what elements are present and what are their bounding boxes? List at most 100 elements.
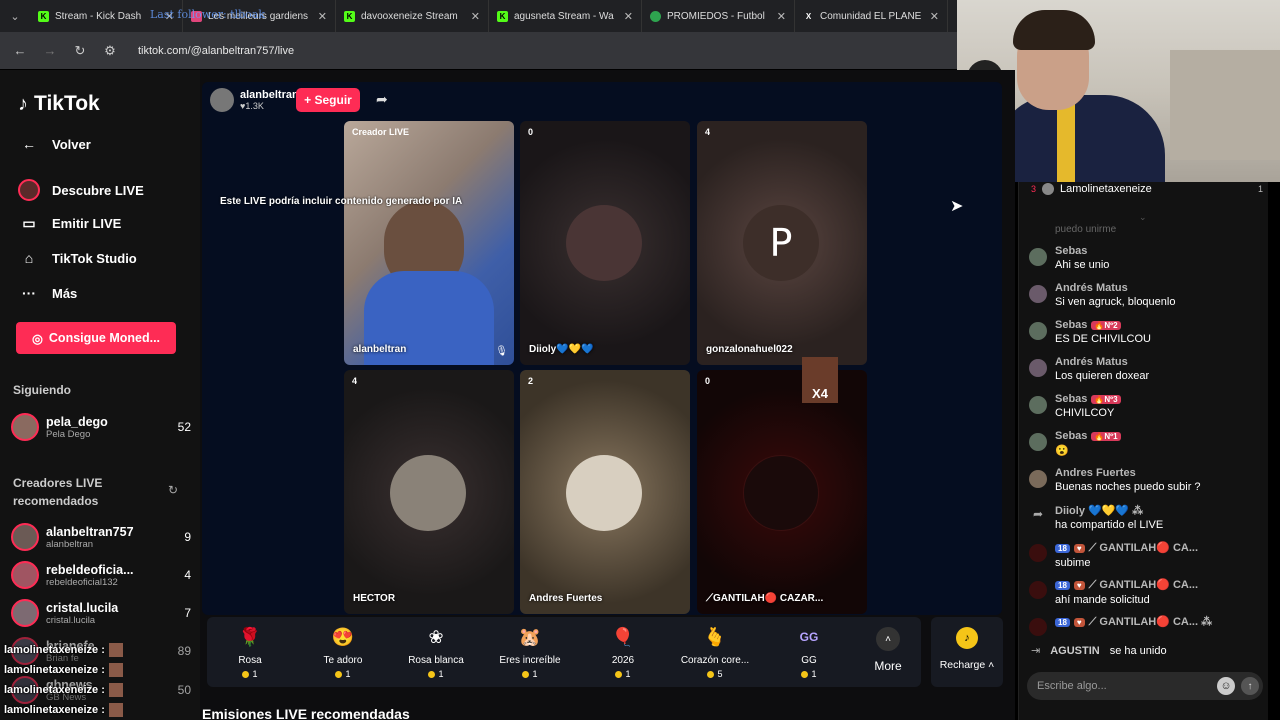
- browser-tab[interactable]: K agusneta Stream - Wa ✕: [489, 0, 642, 32]
- follow-button[interactable]: + Seguir: [296, 88, 360, 112]
- gift-item[interactable]: 🐹 Eres increíble 1: [485, 623, 575, 680]
- chat-text: Los quieren doxear: [1055, 370, 1150, 382]
- guest-tile[interactable]: 0 ⟋GANTILAH🔴 CAZAR...: [697, 370, 867, 614]
- kick-favicon-icon: K: [497, 10, 508, 22]
- coin-icon: [242, 670, 250, 678]
- guest-tile-host[interactable]: Creador LIVE alanbeltran 🎙: [344, 121, 514, 365]
- get-coins-button[interactable]: ◎ Consigue Moned...: [16, 322, 176, 354]
- recharge-button[interactable]: ♪ Recharge ˄: [931, 617, 1003, 687]
- nav-mas[interactable]: ··· Más: [18, 285, 77, 301]
- overlay-chat-line: lamolinetaxeneize :: [4, 640, 134, 660]
- gift-item[interactable]: GG GG 1: [764, 623, 854, 679]
- tile-name: ⟋GANTILAH🔴 CAZAR...: [706, 593, 824, 604]
- chat-user[interactable]: 18 ♥ ⟋ GANTILAH🔴 CA...: [1055, 578, 1198, 592]
- tile-name: Diioly💙💛💙: [529, 344, 594, 355]
- guest-tile[interactable]: 0 Diioly💙💛💙: [520, 121, 690, 365]
- chat-user[interactable]: Sebas 🔥Nº1: [1055, 430, 1121, 442]
- emoji-icon[interactable]: ☺: [1217, 677, 1235, 695]
- chevron-down-icon[interactable]: ⌄: [1139, 212, 1147, 223]
- top-viewer[interactable]: 3 Lamolinetaxeneize 1: [1031, 182, 1263, 196]
- back-icon[interactable]: ←: [12, 43, 28, 58]
- joined-text: se ha unido: [1109, 644, 1167, 657]
- close-tab-icon[interactable]: ✕: [930, 10, 939, 23]
- tab-search-icon[interactable]: ⌄: [0, 0, 30, 32]
- chat-user[interactable]: Diioly 💙💛💙 ⁂: [1055, 504, 1163, 517]
- coin-icon: ◎: [31, 331, 43, 346]
- browser-tab[interactable]: K davooxeneize Stream ✕: [336, 0, 489, 32]
- gift-item[interactable]: 🌹 Rosa 1: [205, 623, 295, 680]
- chat-text: subime: [1055, 557, 1091, 569]
- tile-name: Andres Fuertes: [529, 593, 603, 604]
- nav-volver[interactable]: ← Volver: [18, 136, 91, 152]
- tiktok-logo[interactable]: ♪ TikTok: [18, 92, 100, 116]
- chat-user[interactable]: 18 ♥ ⟋ GANTILAH🔴 CA... ⁂: [1055, 615, 1212, 629]
- gift-item[interactable]: ❀ Rosa blanca 1: [391, 623, 481, 680]
- nav-descubre-live[interactable]: Descubre LIVE: [18, 179, 144, 201]
- send-icon[interactable]: ↑: [1241, 677, 1259, 695]
- tiktok-note-icon: ♪: [18, 92, 28, 115]
- chat-message: 18 ♥ ⟋ GANTILAH🔴 CA... ahí mande solicitud: [1029, 578, 1261, 606]
- viewer-count: 7: [184, 606, 191, 620]
- nav-emitir-live[interactable]: ▭ Emitir LIVE: [18, 215, 121, 232]
- refresh-icon[interactable]: ↻: [168, 483, 178, 497]
- joined-user[interactable]: AGUSTIN: [1050, 645, 1100, 657]
- overlay-avatar: [108, 683, 123, 697]
- chat-user[interactable]: Andrés Matus: [1055, 282, 1175, 294]
- tile-badge: 2: [528, 376, 534, 386]
- guest-tile[interactable]: 4 P gonzalonahuel022: [697, 121, 867, 365]
- avatar: [1029, 396, 1047, 414]
- reload-icon[interactable]: ↻: [72, 43, 88, 59]
- gift-name: GG: [801, 655, 817, 666]
- gift-item[interactable]: 🫰 Corazón core... 5: [670, 623, 760, 680]
- forward-icon[interactable]: →: [42, 43, 58, 58]
- balloon-icon: 🎈: [611, 626, 635, 647]
- browser-tab[interactable]: X Comunidad EL PLANE ✕: [795, 0, 948, 32]
- chat-input[interactable]: Escribe algo... ☺ ↑: [1027, 672, 1263, 700]
- guest-tile[interactable]: 4 HECTOR: [344, 370, 514, 614]
- creator-handle: Pela Dego: [46, 428, 91, 440]
- guest-avatar: [743, 455, 819, 531]
- host-info[interactable]: alanbeltran ♥1.3K: [210, 88, 299, 112]
- chat-user[interactable]: Sebas 🔥Nº3: [1055, 393, 1121, 405]
- nav-label: Volver: [52, 136, 91, 152]
- te-adoro-icon: 😍: [331, 626, 355, 647]
- following-item[interactable]: pela_dego Pela Dego 52: [11, 410, 191, 444]
- fan-badge: 🔥Nº1: [1091, 431, 1121, 441]
- studio-icon: ⌂: [24, 250, 34, 266]
- creator-name: rebeldeoficia...: [46, 562, 134, 577]
- chat-user[interactable]: Sebas: [1055, 245, 1109, 257]
- chat-user[interactable]: Andrés Matus: [1055, 356, 1149, 368]
- close-tab-icon[interactable]: ✕: [624, 10, 633, 23]
- more-gifts-button[interactable]: ˄ More: [858, 627, 918, 673]
- url-field[interactable]: tiktok.com/@alanbeltran757/live: [138, 45, 294, 57]
- gift-price: 1: [625, 669, 631, 679]
- chat-user[interactable]: Sebas 🔥Nº2: [1055, 319, 1151, 331]
- browser-tab-bar: ⌄ K Stream - Kick Dash ✕ Les meilleurs g…: [0, 0, 957, 32]
- tile-badge: 4: [705, 127, 711, 137]
- recommended-creator-item[interactable]: cristal.lucila cristal.lucila 7: [11, 596, 191, 630]
- guest-tile[interactable]: 2 Andres Fuertes: [520, 370, 690, 614]
- share-icon[interactable]: ➦: [376, 91, 388, 108]
- nav-tiktok-studio[interactable]: ⌂ TikTok Studio: [18, 250, 137, 266]
- browser-tab[interactable]: PROMIEDOS - Futbol ✕: [642, 0, 795, 32]
- recommended-creator-item[interactable]: rebeldeoficia... rebeldeoficial132 4: [11, 558, 191, 592]
- share-event: ➦ Diioly 💙💛💙 ⁂ ha compartido el LIVE: [1029, 504, 1261, 531]
- coin-icon: [707, 670, 715, 678]
- gift-item[interactable]: 😍 Te adoro 1: [298, 623, 388, 680]
- close-tab-icon[interactable]: ✕: [777, 10, 786, 23]
- coins-label: Consigue Moned...: [48, 331, 161, 345]
- camera-icon: ▭: [22, 215, 36, 231]
- avatar: [1029, 285, 1047, 303]
- recommended-creator-item[interactable]: alanbeltran757 alanbeltran 9: [11, 520, 191, 554]
- chat-user[interactable]: Andres Fuertes: [1055, 467, 1201, 479]
- close-tab-icon[interactable]: ✕: [471, 10, 480, 23]
- close-tab-icon[interactable]: ✕: [318, 10, 327, 23]
- viewer-count: 50: [177, 683, 191, 697]
- chat-user[interactable]: 18 ♥ ⟋ GANTILAH🔴 CA...: [1055, 541, 1198, 555]
- gift-item[interactable]: 🎈 2026 1: [578, 623, 668, 680]
- chat-text: Buenas noches puedo subir ?: [1055, 481, 1201, 493]
- tile-badge: 0: [705, 376, 711, 386]
- gift-price: 1: [811, 669, 817, 679]
- gift-badge-icon: ♥: [1073, 580, 1085, 590]
- site-info-icon[interactable]: ⚙: [102, 43, 118, 59]
